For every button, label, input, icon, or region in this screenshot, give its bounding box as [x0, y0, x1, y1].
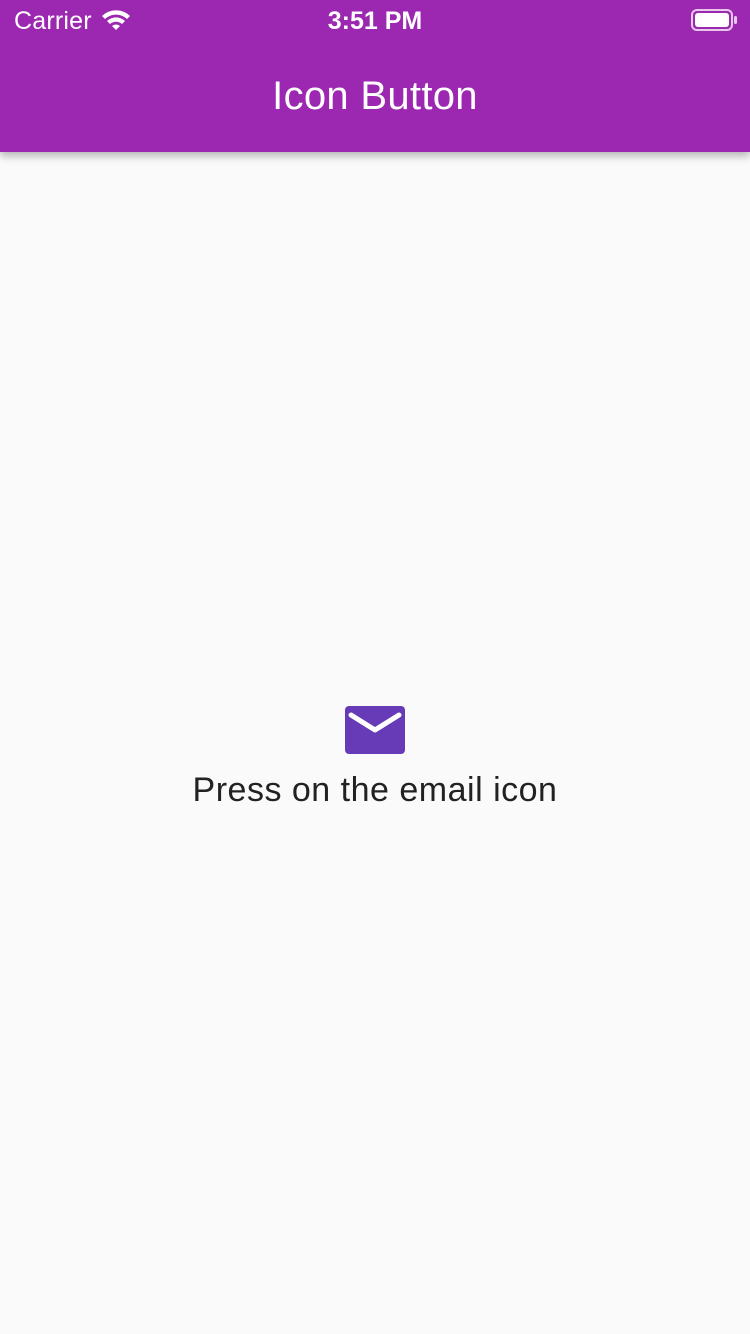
content-center: Press on the email icon — [0, 690, 750, 812]
email-button[interactable] — [335, 690, 415, 770]
battery-icon — [691, 9, 737, 31]
instruction-text: Press on the email icon — [192, 771, 558, 809]
status-bar: Carrier 3:51 PM — [0, 0, 750, 40]
status-time: 3:51 PM — [327, 7, 423, 35]
email-icon — [345, 706, 405, 754]
app-bar: Carrier 3:51 PM Icon Button — [0, 0, 750, 152]
screen: Carrier 3:51 PM Icon Button Press on the… — [0, 0, 750, 1334]
page-title: Icon Button — [272, 74, 478, 118]
